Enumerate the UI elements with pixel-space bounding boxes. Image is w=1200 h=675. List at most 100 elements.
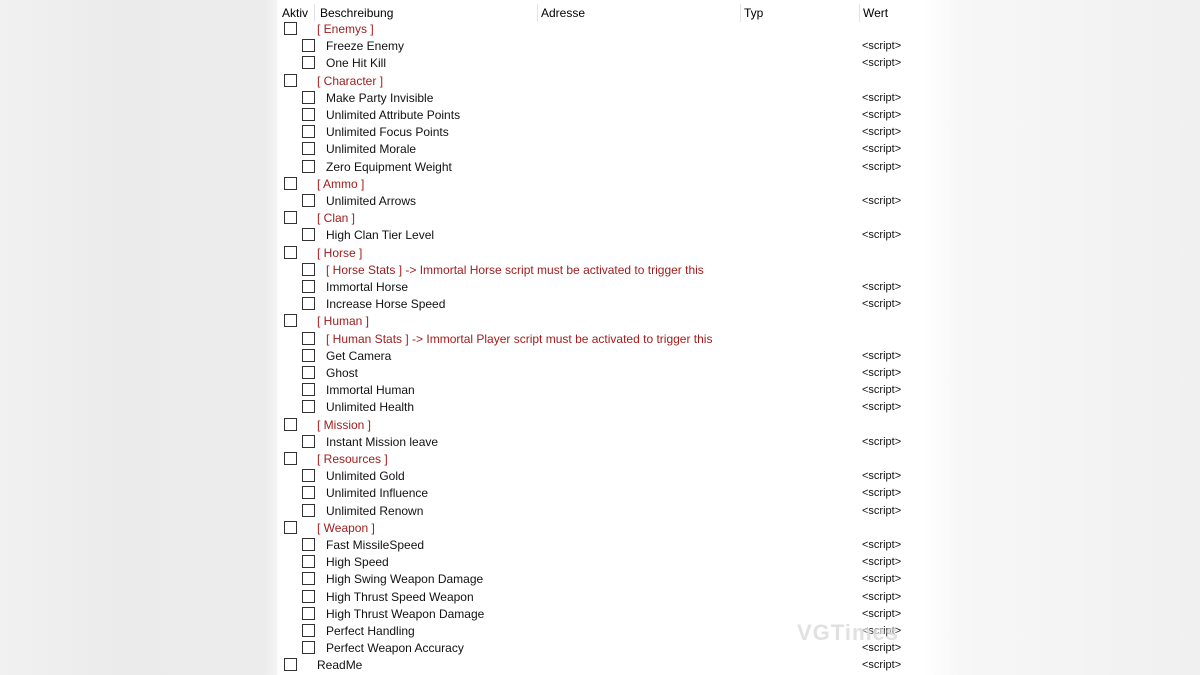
- active-checkbox[interactable]: [302, 90, 315, 104]
- active-checkbox[interactable]: [302, 194, 315, 207]
- active-checkbox[interactable]: [302, 348, 315, 362]
- table-row[interactable]: Unlimited Influence <script>: [278, 485, 918, 502]
- group-row[interactable]: [ Mission ]: [278, 417, 918, 434]
- active-checkbox[interactable]: [302, 572, 315, 586]
- active-checkbox[interactable]: [284, 452, 297, 465]
- column-divider[interactable]: [537, 4, 538, 22]
- row-description: Increase Horse Speed: [326, 297, 446, 312]
- active-checkbox[interactable]: [302, 383, 315, 397]
- row-description: One Hit Kill: [326, 56, 387, 71]
- group-row[interactable]: [ Resources ]: [278, 451, 918, 468]
- active-checkbox[interactable]: [302, 538, 315, 551]
- row-description: [ Character ]: [317, 73, 384, 88]
- table-row[interactable]: Zero Equipment Weight <script>: [278, 159, 918, 176]
- group-row[interactable]: [ Character ]: [278, 73, 918, 90]
- active-checkbox[interactable]: [302, 641, 315, 655]
- note-row[interactable]: [ Human Stats ] -> Immortal Player scrip…: [278, 331, 918, 348]
- active-checkbox[interactable]: [284, 658, 297, 672]
- table-row[interactable]: High Clan Tier Level <script>: [278, 227, 918, 244]
- row-description: Immortal Horse: [326, 280, 409, 294]
- table-row[interactable]: Ghost <script>: [278, 365, 918, 382]
- group-row[interactable]: [ Human ]: [278, 313, 918, 330]
- row-value: <script>: [862, 349, 902, 362]
- active-checkbox[interactable]: [302, 555, 315, 569]
- table-row[interactable]: Immortal Human <script>: [278, 382, 918, 399]
- active-checkbox[interactable]: [284, 73, 297, 87]
- row-description: High Swing Weapon Damage: [326, 572, 484, 587]
- table-row[interactable]: ReadMe <script>: [278, 657, 918, 674]
- active-checkbox[interactable]: [302, 228, 315, 242]
- active-checkbox[interactable]: [284, 22, 297, 35]
- table-row[interactable]: Increase Horse Speed <script>: [278, 296, 918, 313]
- active-checkbox[interactable]: [302, 297, 315, 311]
- column-divider[interactable]: [859, 4, 860, 22]
- active-checkbox[interactable]: [284, 314, 297, 328]
- group-row[interactable]: [ Horse ]: [278, 245, 918, 262]
- table-row[interactable]: Get Camera <script>: [278, 348, 918, 365]
- active-checkbox[interactable]: [284, 417, 297, 431]
- active-checkbox[interactable]: [284, 211, 297, 225]
- row-description: Make Party Invisible: [326, 90, 434, 105]
- active-checkbox[interactable]: [302, 589, 315, 603]
- row-description: Unlimited Morale: [326, 142, 417, 157]
- column-header-value[interactable]: Wert: [863, 6, 888, 20]
- table-row[interactable]: Unlimited Health <script>: [278, 399, 918, 416]
- active-checkbox[interactable]: [302, 469, 315, 483]
- active-checkbox[interactable]: [302, 486, 315, 500]
- row-description: Unlimited Arrows: [326, 194, 417, 208]
- group-row[interactable]: [ Ammo ]: [278, 176, 918, 193]
- group-row[interactable]: [ Enemys ]: [278, 21, 918, 38]
- row-description: Unlimited Renown: [326, 503, 424, 518]
- table-row[interactable]: Unlimited Arrows <script>: [278, 193, 918, 210]
- active-checkbox[interactable]: [302, 434, 315, 448]
- row-value: <script>: [862, 470, 902, 483]
- active-checkbox[interactable]: [302, 280, 315, 293]
- active-checkbox[interactable]: [302, 142, 315, 156]
- column-divider[interactable]: [740, 4, 741, 22]
- active-checkbox[interactable]: [284, 245, 297, 259]
- table-row[interactable]: High Thrust Speed Weapon <script>: [278, 589, 918, 606]
- column-header-type[interactable]: Typ: [744, 6, 763, 20]
- column-header-active[interactable]: Aktiv: [282, 6, 308, 20]
- table-row[interactable]: Unlimited Gold <script>: [278, 468, 918, 485]
- active-checkbox[interactable]: [302, 262, 315, 276]
- active-checkbox[interactable]: [302, 331, 315, 345]
- active-checkbox[interactable]: [302, 624, 315, 637]
- row-value: <script>: [862, 401, 902, 414]
- active-checkbox[interactable]: [302, 606, 315, 620]
- row-value: <script>: [862, 435, 902, 448]
- active-checkbox[interactable]: [302, 56, 315, 70]
- column-header-description[interactable]: Beschreibung: [320, 6, 393, 20]
- table-row[interactable]: Fast MissileSpeed <script>: [278, 537, 918, 554]
- row-description: Immortal Human: [326, 383, 415, 398]
- active-checkbox[interactable]: [302, 366, 315, 379]
- active-checkbox[interactable]: [302, 125, 315, 139]
- active-checkbox[interactable]: [284, 520, 297, 534]
- active-checkbox[interactable]: [302, 108, 315, 121]
- table-row[interactable]: Immortal Horse <script>: [278, 279, 918, 296]
- column-header-address[interactable]: Adresse: [541, 6, 585, 20]
- active-checkbox[interactable]: [302, 400, 315, 414]
- table-row[interactable]: Make Party Invisible <script>: [278, 90, 918, 107]
- row-value: <script>: [862, 573, 902, 586]
- active-checkbox[interactable]: [302, 39, 315, 53]
- table-row[interactable]: Unlimited Focus Points <script>: [278, 124, 918, 141]
- table-row[interactable]: High Speed <script>: [278, 554, 918, 571]
- group-row[interactable]: [ Weapon ]: [278, 520, 918, 537]
- row-value: <script>: [862, 607, 902, 620]
- table-row[interactable]: Freeze Enemy <script>: [278, 38, 918, 55]
- table-row[interactable]: Unlimited Morale <script>: [278, 141, 918, 158]
- active-checkbox[interactable]: [284, 176, 297, 190]
- table-row[interactable]: One Hit Kill <script>: [278, 55, 918, 72]
- row-description: [ Weapon ]: [317, 520, 375, 535]
- table-row[interactable]: Instant Mission leave <script>: [278, 434, 918, 451]
- note-row[interactable]: [ Horse Stats ] -> Immortal Horse script…: [278, 262, 918, 279]
- column-divider[interactable]: [314, 4, 315, 22]
- table-row[interactable]: Unlimited Renown <script>: [278, 503, 918, 520]
- group-row[interactable]: [ Clan ]: [278, 210, 918, 227]
- row-description: Ghost: [326, 366, 359, 380]
- active-checkbox[interactable]: [302, 159, 315, 173]
- active-checkbox[interactable]: [302, 503, 315, 517]
- table-row[interactable]: Unlimited Attribute Points <script>: [278, 107, 918, 124]
- table-row[interactable]: High Swing Weapon Damage <script>: [278, 571, 918, 588]
